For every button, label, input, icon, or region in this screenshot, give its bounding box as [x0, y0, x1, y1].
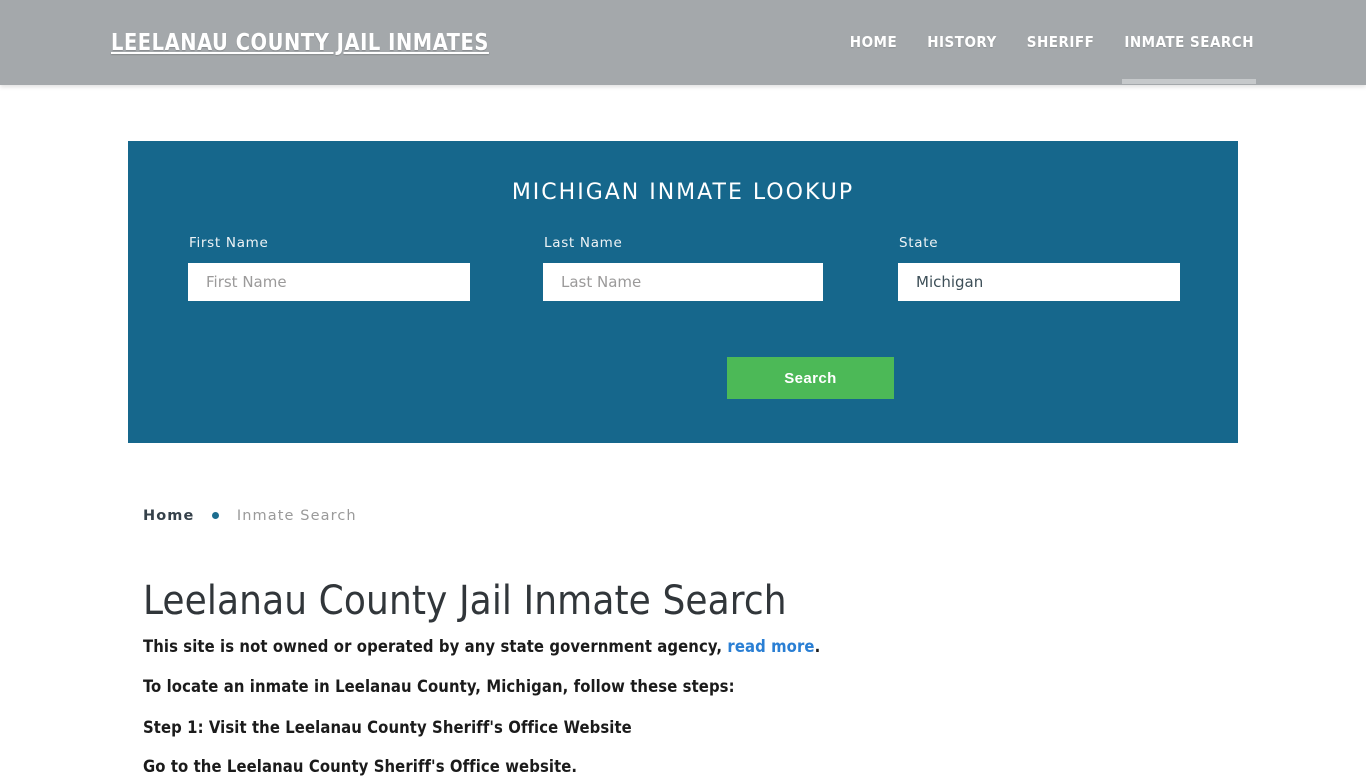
last-name-label: Last Name: [544, 235, 623, 251]
breadcrumb-separator-dot-icon: [212, 512, 220, 519]
breadcrumb-home-link[interactable]: Home: [143, 508, 194, 524]
first-name-label: First Name: [189, 235, 269, 251]
site-title[interactable]: LEELANAU COUNTY JAIL INMATES: [111, 30, 489, 56]
disclaimer-text: This site is not owned or operated by an…: [143, 637, 723, 656]
state-field-group: State: [898, 235, 1180, 301]
panel-title: MICHIGAN INMATE LOOKUP: [511, 180, 855, 205]
state-input[interactable]: [898, 263, 1180, 301]
step-1-heading: Step 1: Visit the Leelanau County Sherif…: [143, 718, 632, 737]
header-inner: LEELANAU COUNTY JAIL INMATES HOME HISTOR…: [0, 0, 1366, 85]
search-field-row: First Name Last Name State: [128, 235, 1238, 305]
nav-item-sheriff[interactable]: SHERIFF: [1027, 33, 1095, 51]
page-title: Leelanau County Jail Inmate Search: [143, 578, 787, 624]
last-name-input[interactable]: [543, 263, 823, 301]
first-name-input[interactable]: [188, 263, 470, 301]
nav-item-inmate-search[interactable]: INMATE SEARCH: [1122, 33, 1256, 84]
disclaimer-period: .: [814, 637, 821, 656]
nav-item-home[interactable]: HOME: [850, 33, 897, 51]
state-label: State: [899, 235, 939, 251]
site-header: LEELANAU COUNTY JAIL INMATES HOME HISTOR…: [0, 0, 1366, 85]
read-more-link[interactable]: read more: [727, 637, 814, 656]
disclaimer-paragraph: This site is not owned or operated by an…: [143, 637, 820, 656]
breadcrumb: Home Inmate Search: [143, 505, 1243, 527]
search-button[interactable]: Search: [727, 357, 894, 399]
breadcrumb-current: Inmate Search: [236, 508, 357, 524]
step-1-body: Go to the Leelanau County Sheriff's Offi…: [143, 757, 578, 776]
last-name-field-group: Last Name: [543, 235, 823, 301]
page-content: Home Inmate Search Leelanau County Jail …: [143, 505, 1243, 776]
first-name-field-group: First Name: [188, 235, 470, 301]
inmate-lookup-panel: MICHIGAN INMATE LOOKUP First Name Last N…: [128, 141, 1238, 443]
nav-item-history[interactable]: HISTORY: [927, 33, 997, 51]
locate-instructions: To locate an inmate in Leelanau County, …: [143, 677, 735, 696]
main-navigation: HOME HISTORY SHERIFF INMATE SEARCH: [850, 0, 1256, 85]
